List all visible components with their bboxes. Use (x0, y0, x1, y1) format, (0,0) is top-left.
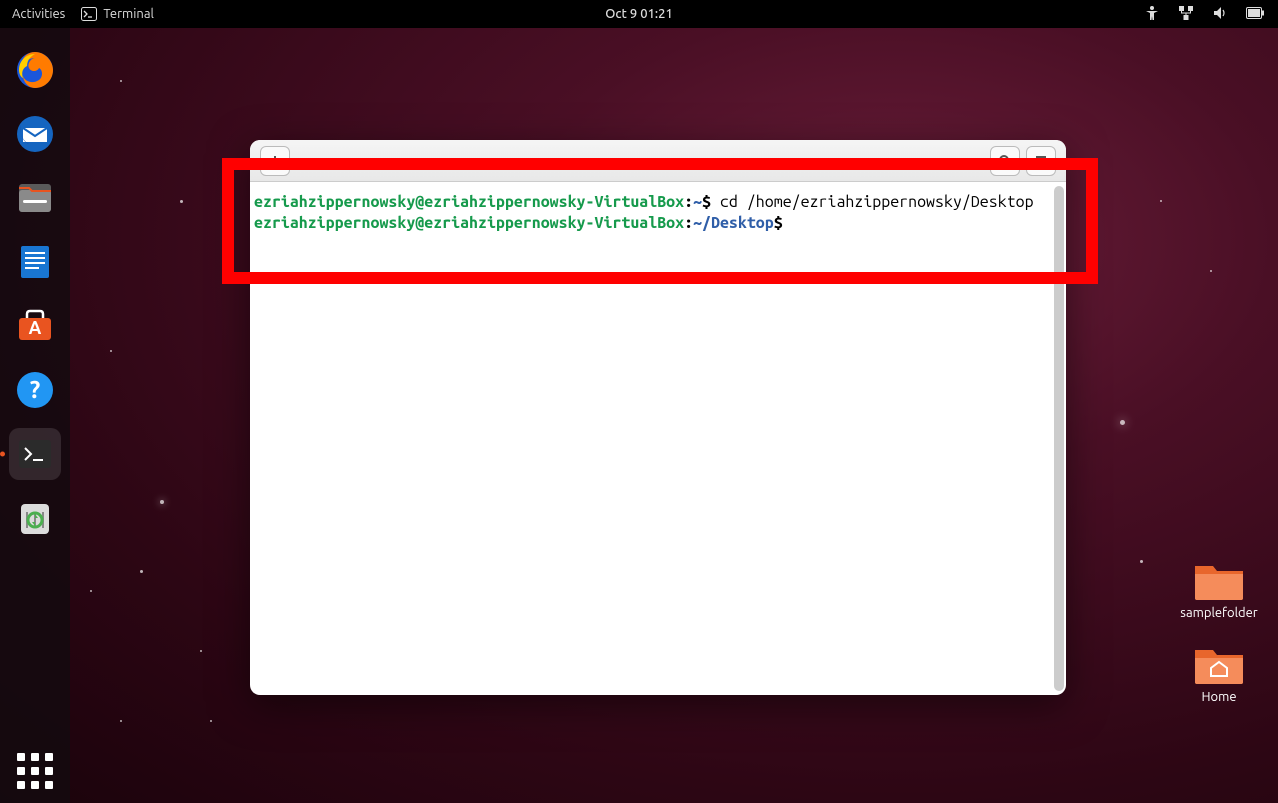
top-bar: Activities Terminal Oct 9 01:21 (0, 0, 1278, 28)
desktop-icon-home[interactable]: Home (1174, 642, 1264, 704)
active-app-label: Terminal (103, 7, 154, 21)
search-button[interactable] (990, 146, 1020, 176)
accessibility-icon[interactable] (1144, 5, 1160, 24)
dock-item-firefox[interactable] (9, 44, 61, 96)
desktop-icon-samplefolder[interactable]: samplefolder (1174, 558, 1264, 620)
svg-text:A: A (29, 318, 42, 338)
new-tab-button[interactable] (260, 146, 290, 176)
terminal-body[interactable]: ezriahzippernowsky@ezriahzippernowsky-Vi… (250, 182, 1066, 695)
show-applications-button[interactable] (17, 753, 53, 789)
dock-item-software[interactable]: A (9, 300, 61, 352)
dock-item-terminal[interactable] (9, 428, 61, 480)
battery-icon[interactable] (1246, 7, 1264, 22)
menu-button[interactable] (1026, 146, 1056, 176)
clock[interactable]: Oct 9 01:21 (605, 7, 673, 21)
terminal-icon (81, 7, 97, 21)
dock-item-trash[interactable] (9, 492, 61, 544)
dock-item-files[interactable] (9, 172, 61, 224)
terminal-window: ezriahzippernowsky@ezriahzippernowsky-Vi… (250, 140, 1066, 695)
dock-item-help[interactable]: ? (9, 364, 61, 416)
terminal-scrollbar[interactable] (1054, 186, 1064, 691)
terminal-command: cd /home/ezriahzippernowsky/Desktop (720, 193, 1034, 211)
desktop-icons-area: samplefolder Home (1174, 558, 1264, 704)
dock-item-thunderbird[interactable] (9, 108, 61, 160)
activities-button[interactable]: Activities (12, 7, 65, 21)
desktop-icon-label: samplefolder (1180, 606, 1257, 620)
svg-text:?: ? (30, 376, 41, 403)
desktop-icon-label: Home (1201, 690, 1236, 704)
volume-icon[interactable] (1212, 5, 1228, 24)
dock: A ? (0, 28, 70, 803)
terminal-titlebar[interactable] (250, 140, 1066, 182)
network-icon[interactable] (1178, 5, 1194, 24)
active-app-menu[interactable]: Terminal (81, 7, 154, 21)
dock-item-writer[interactable] (9, 236, 61, 288)
